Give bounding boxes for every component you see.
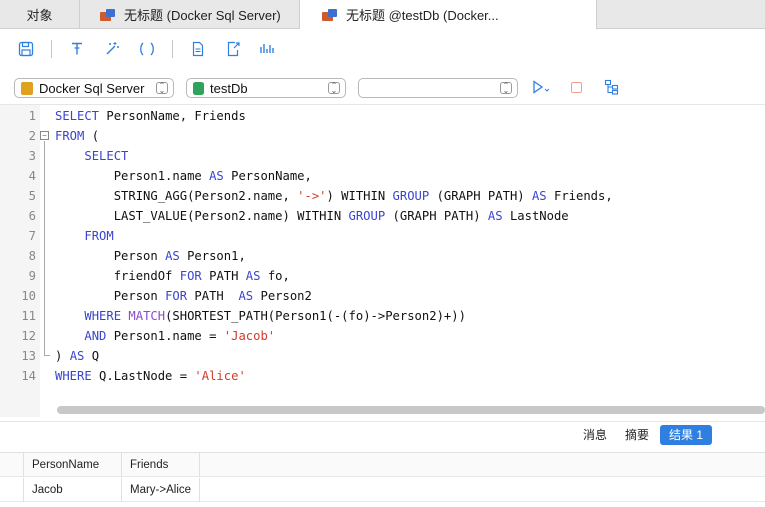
code-line[interactable]: 2 FROM (	[0, 126, 765, 146]
code-line[interactable]: 12 AND Person1.name = 'Jacob'	[0, 326, 765, 346]
table-row[interactable]: Jacob Mary->Alice	[0, 478, 765, 502]
line-number: 2	[28, 129, 36, 143]
line-number: 9	[28, 269, 36, 283]
line-number: 7	[28, 229, 36, 243]
connection-select-value: Docker Sql Server	[39, 80, 145, 96]
code-text[interactable]: STRING_AGG(Person2.name, '->') WITHIN GR…	[55, 186, 613, 206]
fold-toggle-icon[interactable]: −	[40, 131, 49, 140]
tab-untitled-testdb-label: 无标题 @testDb (Docker...	[346, 8, 499, 23]
code-text[interactable]: LAST_VALUE(Person2.name) WITHIN GROUP (G…	[55, 206, 569, 226]
code-line[interactable]: 6 LAST_VALUE(Person2.name) WITHIN GROUP …	[0, 206, 765, 226]
line-number: 10	[21, 289, 36, 303]
code-line[interactable]: 1 SELECT PersonName, Friends	[0, 106, 765, 126]
database-select[interactable]: testDb ⌃ ⌄	[186, 78, 346, 98]
tab-untitled-docker-label: 无标题 (Docker Sql Server)	[124, 8, 281, 23]
code-line[interactable]: 4 Person1.name AS PersonName,	[0, 166, 765, 186]
tab-objects[interactable]: 对象	[0, 0, 80, 29]
results-grid: PersonName Friends Jacob Mary->Alice	[0, 452, 765, 507]
line-number: 13	[21, 349, 36, 363]
chevron-updown-icon: ⌃ ⌄	[328, 82, 340, 95]
column-header[interactable]: PersonName	[24, 453, 122, 477]
chart-icon[interactable]	[258, 39, 278, 59]
table-cell[interactable]: Mary->Alice	[122, 478, 200, 502]
row-selector[interactable]	[0, 453, 24, 477]
database-icon	[193, 81, 204, 95]
format-icon[interactable]	[67, 39, 87, 59]
code-text[interactable]: SELECT	[55, 146, 128, 166]
code-line[interactable]: 9 friendOf FOR PATH AS fo,	[0, 266, 765, 286]
result-tabs: 消息 摘要 结果 1	[0, 421, 765, 447]
document-icon[interactable]	[188, 39, 208, 59]
code-text[interactable]: SELECT PersonName, Friends	[55, 106, 246, 126]
code-text[interactable]: ) AS Q	[55, 346, 99, 366]
save-icon[interactable]	[16, 39, 36, 59]
explain-icon[interactable]	[604, 79, 620, 98]
stop-icon[interactable]	[571, 82, 582, 93]
code-text[interactable]: WHERE MATCH(SHORTEST_PATH(Person1(-(fo)-…	[55, 306, 466, 326]
code-text[interactable]: Person FOR PATH AS Person2	[55, 286, 312, 306]
beautify-icon[interactable]	[102, 39, 122, 59]
tab-result-1[interactable]: 结果 1	[660, 425, 713, 445]
server-icon	[21, 81, 33, 95]
code-line[interactable]: 7 FROM	[0, 226, 765, 246]
tab-objects-label: 对象	[26, 8, 53, 23]
line-number: 11	[21, 309, 36, 323]
fold-end-marker	[44, 347, 50, 356]
line-number: 6	[28, 209, 36, 223]
code-text[interactable]: friendOf FOR PATH AS fo,	[55, 266, 290, 286]
tab-untitled-testdb[interactable]: 无标题 @testDb (Docker...	[300, 0, 597, 30]
query-icon	[322, 8, 337, 21]
code-text[interactable]: FROM	[55, 226, 113, 246]
grid-header-row: PersonName Friends	[0, 453, 765, 477]
connection-select[interactable]: Docker Sql Server ⌃ ⌄	[14, 78, 174, 98]
tab-untitled-docker[interactable]: 无标题 (Docker Sql Server)	[80, 0, 300, 29]
code-line[interactable]: 8 Person AS Person1,	[0, 246, 765, 266]
selector-row: Docker Sql Server ⌃ ⌄ testDb ⌃ ⌄ ⌃ ⌄	[0, 76, 765, 100]
query-icon	[100, 8, 115, 21]
line-number: 14	[21, 369, 36, 383]
code-text[interactable]: Person1.name AS PersonName,	[55, 166, 312, 186]
horizontal-scrollbar[interactable]	[57, 406, 765, 414]
code-text[interactable]: AND Person1.name = 'Jacob'	[55, 326, 275, 346]
code-text[interactable]: Person AS Person1,	[55, 246, 246, 266]
chevron-updown-icon: ⌃ ⌄	[500, 82, 512, 95]
code-text[interactable]: WHERE Q.LastNode = 'Alice'	[55, 366, 246, 386]
code-line[interactable]: 10 Person FOR PATH AS Person2	[0, 286, 765, 306]
code-text[interactable]: FROM (	[55, 126, 99, 146]
line-number: 1	[28, 109, 36, 123]
table-cell[interactable]: Jacob	[24, 478, 122, 502]
editor-toolbar	[0, 30, 765, 68]
tab-bar: 对象 无标题 (Docker Sql Server) 无标题 @testDb (…	[0, 0, 765, 30]
toolbar-divider	[51, 40, 52, 58]
row-selector[interactable]	[0, 478, 24, 502]
line-number: 4	[28, 169, 36, 183]
line-number: 8	[28, 249, 36, 263]
parentheses-icon[interactable]	[137, 39, 157, 59]
line-number: 3	[28, 149, 36, 163]
chevron-updown-icon: ⌃ ⌄	[156, 82, 168, 95]
code-line[interactable]: 5 STRING_AGG(Person2.name, '->') WITHIN …	[0, 186, 765, 206]
code-line[interactable]: 3 SELECT	[0, 146, 765, 166]
schema-select[interactable]: ⌃ ⌄	[358, 78, 518, 98]
sql-editor[interactable]: 1 SELECT PersonName, Friends 2 FROM (3 SELE…	[0, 104, 765, 417]
export-icon[interactable]	[223, 39, 243, 59]
code-line[interactable]: 14 WHERE Q.LastNode = 'Alice'	[0, 366, 765, 386]
toolbar-divider	[172, 40, 173, 58]
line-number: 5	[28, 189, 36, 203]
line-number: 12	[21, 329, 36, 343]
database-select-value: testDb	[210, 80, 248, 96]
column-header[interactable]: Friends	[122, 453, 200, 477]
code-line[interactable]: 13 ) AS Q	[0, 346, 765, 366]
fold-guide	[44, 141, 45, 356]
run-icon[interactable]	[532, 80, 552, 97]
code-line[interactable]: 11 WHERE MATCH(SHORTEST_PATH(Person1(-(f…	[0, 306, 765, 326]
tab-summary[interactable]: 摘要	[625, 425, 649, 445]
tab-messages[interactable]: 消息	[583, 425, 607, 445]
